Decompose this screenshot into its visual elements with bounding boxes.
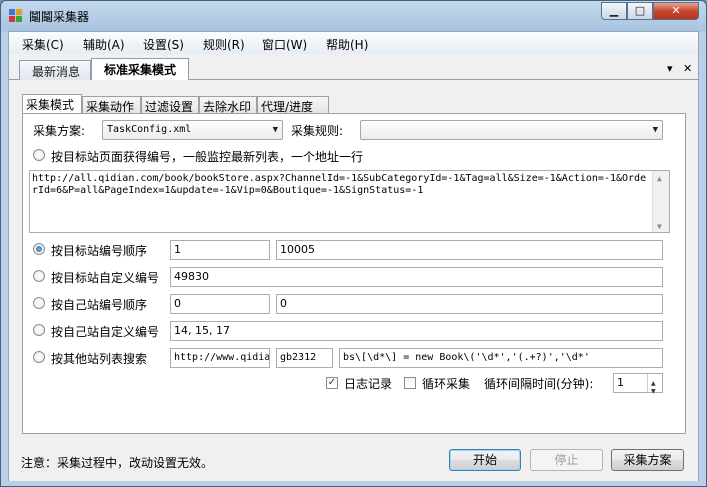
own-custom-id-value: 14, 15, 17 — [174, 324, 230, 337]
scheme-select-value: TaskConfig.xml — [107, 124, 192, 135]
search-url-value: http://www.qidian.com — [174, 352, 270, 363]
target-custom-id-input[interactable]: 49830 — [170, 267, 663, 287]
radio-own-id-sequence[interactable] — [33, 297, 45, 309]
url-list-text: http://all.qidian.com/book/bookStore.asp… — [32, 173, 647, 196]
maximize-icon: □ — [634, 4, 646, 17]
collect-mode-page: 采集方案: TaskConfig.xml ▼ 采集规则: ▼ 按目标站页面获得编… — [22, 113, 686, 434]
interval-value: 1 — [617, 376, 624, 389]
log-label: 日志记录 — [344, 377, 393, 391]
own-end-value: 0 — [280, 297, 287, 310]
own-id-sequence-label: 按自己站编号顺序 — [51, 298, 148, 312]
target-custom-id-value: 49830 — [174, 270, 209, 283]
close-button[interactable]: ✕ — [653, 2, 699, 20]
tab-close-icon[interactable]: ✕ — [683, 62, 692, 75]
tab-latest-news-label: 最新消息 — [32, 65, 81, 79]
scheme-button[interactable]: 采集方案 — [611, 449, 684, 471]
target-start-value: 1 — [174, 243, 181, 256]
target-end-input[interactable]: 10005 — [276, 240, 663, 260]
radio-target-id-sequence[interactable] — [33, 243, 45, 255]
tab-latest-news[interactable]: 最新消息 — [19, 60, 91, 80]
scheme-select[interactable]: TaskConfig.xml ▼ — [102, 120, 283, 140]
scheme-button-label: 采集方案 — [623, 453, 672, 467]
target-id-sequence-label: 按目标站编号顺序 — [51, 244, 148, 258]
mode-panel: 采集模式 采集动作 过滤设置 去除水印 代理/进度 采集方案: TaskConf… — [9, 80, 698, 481]
menu-rules[interactable]: 规则(R) — [203, 36, 245, 53]
own-custom-id-label: 按自己站自定义编号 — [51, 325, 160, 339]
minimize-icon: ▁ — [609, 4, 619, 17]
stepper-down-icon[interactable]: ▼ — [651, 383, 656, 401]
loop-checkbox[interactable] — [404, 377, 416, 389]
menu-settings[interactable]: 设置(S) — [143, 36, 184, 53]
tab-filter-settings[interactable]: 过滤设置 — [141, 96, 199, 114]
footer-note: 注意：采集过程中，改动设置无效。 — [21, 456, 214, 470]
chevron-down-icon: ▼ — [652, 125, 658, 135]
maximize-button[interactable]: □ — [627, 2, 653, 20]
own-start-value: 0 — [174, 297, 181, 310]
rule-select[interactable]: ▼ — [360, 120, 663, 140]
radio-other-site-search[interactable] — [33, 351, 45, 363]
log-checkbox[interactable]: ✓ — [326, 377, 338, 389]
url-list-scrollbar[interactable]: ▲ ▼ — [652, 171, 669, 232]
stepper-buttons: ▲ ▼ — [647, 374, 662, 395]
own-custom-id-input[interactable]: 14, 15, 17 — [170, 321, 663, 341]
target-end-value: 10005 — [280, 243, 315, 256]
target-custom-id-label: 按目标站自定义编号 — [51, 271, 160, 285]
scroll-down-icon[interactable]: ▼ — [657, 221, 662, 232]
scroll-up-icon[interactable]: ▲ — [657, 173, 662, 185]
tab-collect-action-label: 采集动作 — [86, 100, 135, 114]
start-button[interactable]: 开始 — [449, 449, 521, 471]
regex-value: bs\[\d*\] = new Book\('\d*','(.+?)','\d*… — [343, 352, 590, 363]
menu-window[interactable]: 窗口(W) — [262, 36, 307, 53]
interval-label: 循环间隔时间(分钟): — [484, 377, 594, 391]
tab-collect-mode[interactable]: 采集模式 — [22, 94, 82, 114]
tab-dropdown-icon[interactable]: ▾ — [667, 62, 673, 75]
menu-bar: 采集(C) 辅助(A) 设置(S) 规则(R) 窗口(W) 帮助(H) — [9, 32, 698, 54]
tab-remove-watermark-label: 去除水印 — [203, 100, 252, 114]
menu-help[interactable]: 帮助(H) — [326, 36, 368, 53]
radio-target-custom-id[interactable] — [33, 270, 45, 282]
menu-assist[interactable]: 辅助(A) — [83, 36, 125, 53]
tab-proxy-progress[interactable]: 代理/进度 — [257, 96, 329, 114]
own-end-input[interactable]: 0 — [276, 294, 663, 314]
start-button-label: 开始 — [472, 453, 497, 467]
app-icon — [9, 9, 22, 22]
regex-input[interactable]: bs\[\d*\] = new Book\('\d*','(.+?)','\d*… — [339, 348, 663, 368]
tab-remove-watermark[interactable]: 去除水印 — [199, 96, 257, 114]
tab-standard-mode[interactable]: 标准采集模式 — [91, 58, 189, 80]
close-icon: ✕ — [671, 4, 681, 17]
app-window: 鬮鬮采集器 ▁ □ ✕ 采集(C) 辅助(A) 设置(S) 规则(R) 窗口(W… — [0, 0, 707, 487]
radio-list-page[interactable] — [33, 149, 45, 161]
loop-label: 循环采集 — [422, 377, 471, 391]
interval-stepper[interactable]: 1 ▲ ▼ — [613, 373, 663, 395]
encoding-value: gb2312 — [280, 352, 317, 363]
own-start-input[interactable]: 0 — [170, 294, 270, 314]
tab-proxy-progress-label: 代理/进度 — [261, 100, 314, 114]
stop-button[interactable]: 停止 — [530, 449, 603, 471]
menu-collect[interactable]: 采集(C) — [22, 36, 64, 53]
scheme-label: 采集方案: — [33, 124, 86, 138]
search-url-input[interactable]: http://www.qidian.com — [170, 348, 270, 368]
tab-collect-mode-label: 采集模式 — [26, 98, 75, 112]
tab-filter-settings-label: 过滤设置 — [145, 100, 194, 114]
minimize-button[interactable]: ▁ — [601, 2, 627, 20]
stop-button-label: 停止 — [554, 453, 579, 467]
encoding-input[interactable]: gb2312 — [276, 348, 333, 368]
title-bar[interactable]: 鬮鬮采集器 ▁ □ ✕ — [1, 1, 706, 31]
rule-label: 采集规则: — [291, 124, 344, 138]
url-list-textarea[interactable]: http://all.qidian.com/book/bookStore.asp… — [29, 170, 670, 233]
client-area: 采集(C) 辅助(A) 设置(S) 规则(R) 窗口(W) 帮助(H) 最新消息… — [8, 31, 699, 481]
tab-standard-mode-label: 标准采集模式 — [104, 63, 177, 77]
window-title: 鬮鬮采集器 — [29, 10, 90, 24]
chevron-down-icon: ▼ — [272, 125, 278, 135]
target-start-input[interactable]: 1 — [170, 240, 270, 260]
document-tabs: 最新消息 标准采集模式 ▾ ✕ — [9, 58, 698, 80]
radio-own-custom-id[interactable] — [33, 324, 45, 336]
list-page-label: 按目标站页面获得编号，一般监控最新列表，一个地址一行 — [51, 150, 364, 164]
other-site-search-label: 按其他站列表搜索 — [51, 352, 148, 366]
tab-collect-action[interactable]: 采集动作 — [82, 96, 141, 114]
